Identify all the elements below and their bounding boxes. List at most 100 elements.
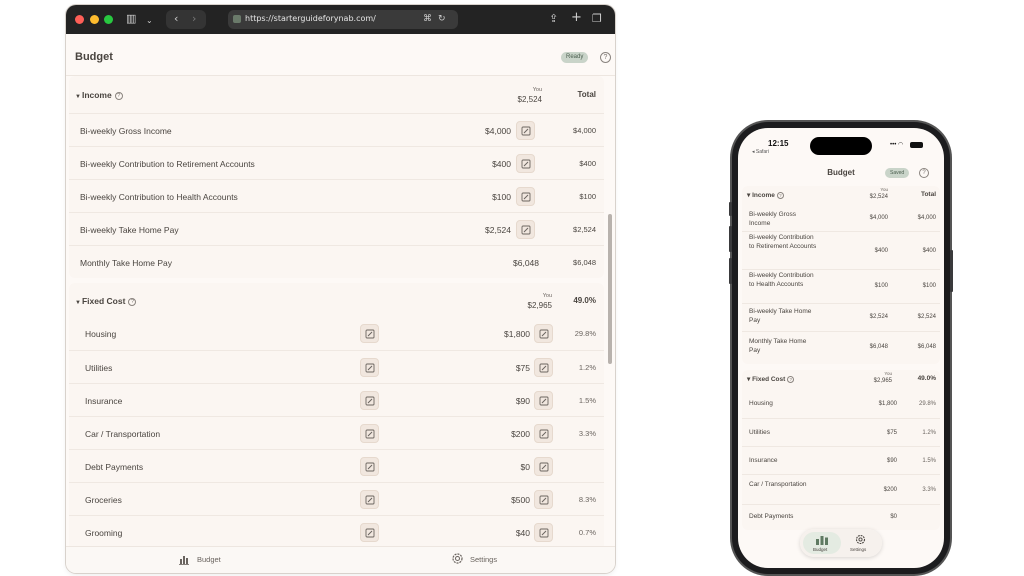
scrollbar[interactable] bbox=[608, 214, 612, 364]
fixed-cost-percent: 49.0% bbox=[917, 375, 936, 382]
help-icon[interactable]: ? bbox=[787, 376, 795, 383]
row-amount: $2,524 bbox=[485, 225, 511, 235]
new-tab-icon[interactable]: + bbox=[571, 11, 582, 25]
row-amount: $400 bbox=[874, 248, 888, 254]
share-icon[interactable]: ⇪ bbox=[549, 12, 558, 26]
income-header[interactable]: ▼Income? bbox=[75, 90, 123, 100]
edit-label-button[interactable] bbox=[360, 490, 379, 509]
income-row: Bi-weekly Contribution to Health Account… bbox=[69, 179, 604, 212]
you-column-label: You bbox=[532, 87, 542, 93]
sidebar-toggle-icon[interactable]: ▥ bbox=[126, 12, 136, 26]
pencil-icon bbox=[365, 396, 375, 406]
income-header[interactable]: ▾ Income? bbox=[747, 191, 784, 199]
close-window-button[interactable] bbox=[75, 15, 84, 24]
browser-toolbar: ▥ ⌄ ‹ › https://starterguideforynab.com/… bbox=[66, 5, 615, 34]
tab-settings[interactable]: Settings bbox=[470, 555, 497, 564]
edit-label-button[interactable] bbox=[360, 457, 379, 476]
total-column-label: Total bbox=[920, 191, 936, 198]
minimize-window-button[interactable] bbox=[90, 15, 99, 24]
fixed-cost-row: Utilities $75 1.2% bbox=[742, 418, 940, 446]
edit-label-button[interactable] bbox=[360, 324, 379, 343]
row-amount: $2,524 bbox=[869, 314, 888, 320]
edit-amount-button[interactable] bbox=[534, 457, 553, 476]
fixed-cost-row: Car / Transportation $200 3.3% bbox=[69, 416, 604, 449]
tab-budget[interactable]: Budget bbox=[197, 555, 221, 564]
income-row: Monthly Take Home Pay $6,048 $6,048 bbox=[69, 245, 604, 278]
edit-label-button[interactable] bbox=[360, 424, 379, 443]
row-amount: $4,000 bbox=[869, 215, 888, 221]
row-amount: $0 bbox=[890, 514, 897, 520]
row-amount: $500 bbox=[511, 495, 530, 505]
gear-icon bbox=[452, 553, 463, 564]
row-label: Housing bbox=[85, 329, 117, 339]
pencil-icon bbox=[521, 126, 531, 136]
income-row: Monthly Take Home Pay $6,048 $6,048 bbox=[742, 331, 940, 361]
gear-icon bbox=[855, 534, 866, 545]
forward-icon[interactable]: › bbox=[192, 12, 196, 26]
wifi-icon: ••• ◠ bbox=[890, 142, 904, 148]
row-percent: 1.5% bbox=[578, 396, 596, 405]
row-label: Monthly Take Home Pay bbox=[749, 338, 807, 354]
edit-label-button[interactable] bbox=[360, 523, 379, 542]
row-total: $2,524 bbox=[917, 314, 936, 320]
row-amount: $6,048 bbox=[869, 344, 888, 350]
help-icon[interactable]: ? bbox=[128, 298, 137, 306]
help-icon[interactable]: ? bbox=[600, 52, 611, 63]
help-icon[interactable]: ? bbox=[776, 192, 784, 199]
action-button bbox=[729, 202, 732, 216]
edit-label-button[interactable] bbox=[360, 358, 379, 377]
reload-icon[interactable]: ↻ bbox=[438, 12, 446, 26]
income-row: Bi-weekly Contribution to Retirement Acc… bbox=[69, 146, 604, 179]
help-icon[interactable]: ? bbox=[114, 92, 123, 100]
back-to-safari[interactable]: ◂ Safari bbox=[752, 149, 769, 155]
row-percent: 3.3% bbox=[922, 487, 936, 493]
pencil-icon bbox=[521, 225, 531, 235]
income-section: ▼Income? You $2,524 Total Bi-weekly Gros… bbox=[69, 76, 604, 278]
row-percent: 29.8% bbox=[918, 401, 936, 407]
zoom-window-button[interactable] bbox=[104, 15, 113, 24]
fixed-cost-header[interactable]: ▼Fixed Cost? bbox=[75, 296, 137, 306]
row-total: $6,048 bbox=[917, 344, 936, 350]
url-text: https://starterguideforynab.com/ bbox=[245, 14, 376, 23]
address-bar[interactable]: https://starterguideforynab.com/ ⌘ ↻ bbox=[228, 10, 458, 29]
row-amount: $0 bbox=[520, 462, 530, 472]
edit-button[interactable] bbox=[516, 220, 535, 239]
fixed-cost-header[interactable]: ▾ Fixed Cost? bbox=[747, 375, 795, 383]
you-column-label: You bbox=[880, 187, 888, 192]
edit-button[interactable] bbox=[516, 121, 535, 140]
edit-button[interactable] bbox=[516, 154, 535, 173]
chevron-down-icon[interactable]: ⌄ bbox=[146, 14, 153, 28]
help-icon[interactable]: ? bbox=[919, 168, 929, 178]
fixed-cost-row: Debt Payments $0 bbox=[742, 504, 940, 530]
battery-icon bbox=[910, 142, 923, 148]
row-amount: $1,800 bbox=[878, 401, 897, 407]
status-badge: Saved bbox=[885, 168, 910, 178]
fixed-cost-percent: 49.0% bbox=[573, 296, 596, 305]
pencil-icon bbox=[365, 528, 375, 538]
row-amount: $100 bbox=[492, 192, 511, 202]
pencil-icon bbox=[539, 462, 549, 472]
row-label: Bi-weekly Take Home Pay bbox=[749, 308, 812, 324]
fixed-cost-row: Housing $1,800 29.8% bbox=[69, 317, 604, 350]
row-total: $100 bbox=[579, 192, 596, 201]
row-label: Car / Transportation bbox=[749, 481, 807, 488]
edit-label-button[interactable] bbox=[360, 391, 379, 410]
fixed-cost-row: Utilities $75 1.2% bbox=[69, 350, 604, 383]
volume-up-button bbox=[729, 226, 732, 252]
you-column-total: $2,965 bbox=[873, 378, 892, 384]
pencil-icon bbox=[521, 192, 531, 202]
budget-content[interactable]: ▼Income? You $2,524 Total Bi-weekly Gros… bbox=[66, 76, 615, 546]
row-total: $400 bbox=[922, 248, 936, 254]
you-column-total: $2,524 bbox=[517, 95, 542, 104]
row-label: Debt Payments bbox=[749, 513, 794, 520]
row-amount: $40 bbox=[515, 528, 530, 538]
browser-window: ▥ ⌄ ‹ › https://starterguideforynab.com/… bbox=[66, 5, 615, 573]
row-amount: $200 bbox=[883, 487, 897, 493]
tab-settings[interactable]: Settings bbox=[850, 547, 866, 552]
tab-overview-icon[interactable]: ❐ bbox=[592, 12, 602, 26]
edit-button[interactable] bbox=[516, 187, 535, 206]
tab-budget[interactable]: Budget bbox=[803, 532, 841, 554]
back-icon[interactable]: ‹ bbox=[174, 12, 178, 26]
row-amount: $200 bbox=[511, 429, 530, 439]
translate-icon[interactable]: ⌘ bbox=[423, 12, 432, 26]
